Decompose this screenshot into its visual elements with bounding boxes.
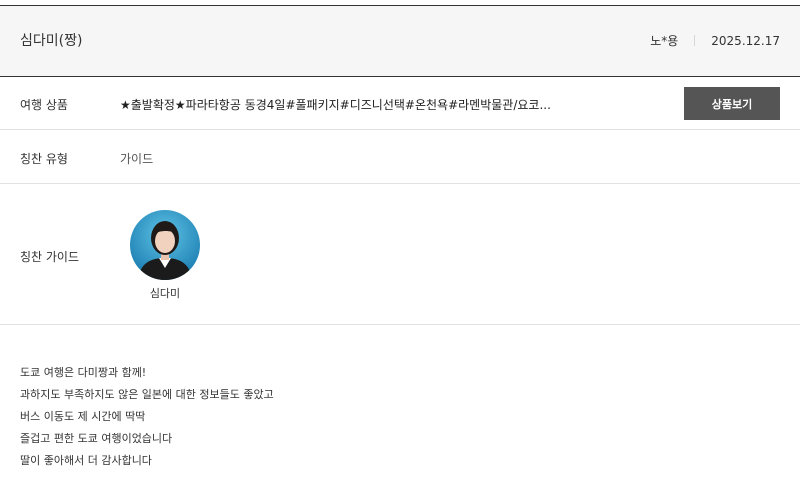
review-title: 심다미(짱) — [20, 33, 83, 49]
product-label: 여행 상품 — [20, 98, 68, 112]
guide-photo — [130, 210, 200, 280]
review-meta: 노*용 2025.12.17 — [650, 32, 780, 49]
guide-avatar — [130, 210, 200, 280]
review-body-line: 도쿄 여행은 다미짱과 함께! — [20, 366, 147, 379]
praise-guide-label: 칭찬 가이드 — [20, 250, 80, 264]
guide-name: 심다미 — [149, 287, 181, 300]
view-product-button[interactable]: 상품보기 — [684, 87, 780, 120]
meta-separator — [694, 35, 696, 46]
row-divider — [0, 183, 800, 184]
product-name: ★출발확정★파라타항공 동경4일#풀패키지#디즈니선택#온천욕#라멘박물관/요코… — [120, 98, 551, 112]
praise-type-value: 가이드 — [120, 152, 154, 166]
review-author: 노*용 — [650, 34, 679, 48]
review-body-line: 즐겁고 편한 도쿄 여행이었습니다 — [20, 432, 173, 445]
review-body-line: 딸이 좋아해서 더 감사합니다 — [20, 454, 152, 467]
review-body: 도쿄 여행은 다미짱과 함께! 과하지도 부족하지도 않은 일본에 대한 정보들… — [20, 362, 274, 472]
review-header: 심다미(짱) 노*용 2025.12.17 — [0, 6, 800, 76]
praise-type-label: 칭찬 유형 — [20, 152, 68, 166]
review-body-line: 버스 이동도 제 시간에 딱딱 — [20, 410, 146, 423]
header-divider — [0, 76, 800, 77]
review-body-line: 과하지도 부족하지도 않은 일본에 대한 정보들도 좋았고 — [20, 388, 274, 401]
review-detail: 심다미(짱) 노*용 2025.12.17 여행 상품 ★출발확정★파라타항공 … — [0, 0, 800, 488]
review-date: 2025.12.17 — [711, 33, 780, 48]
row-divider — [0, 324, 800, 325]
row-divider — [0, 129, 800, 130]
